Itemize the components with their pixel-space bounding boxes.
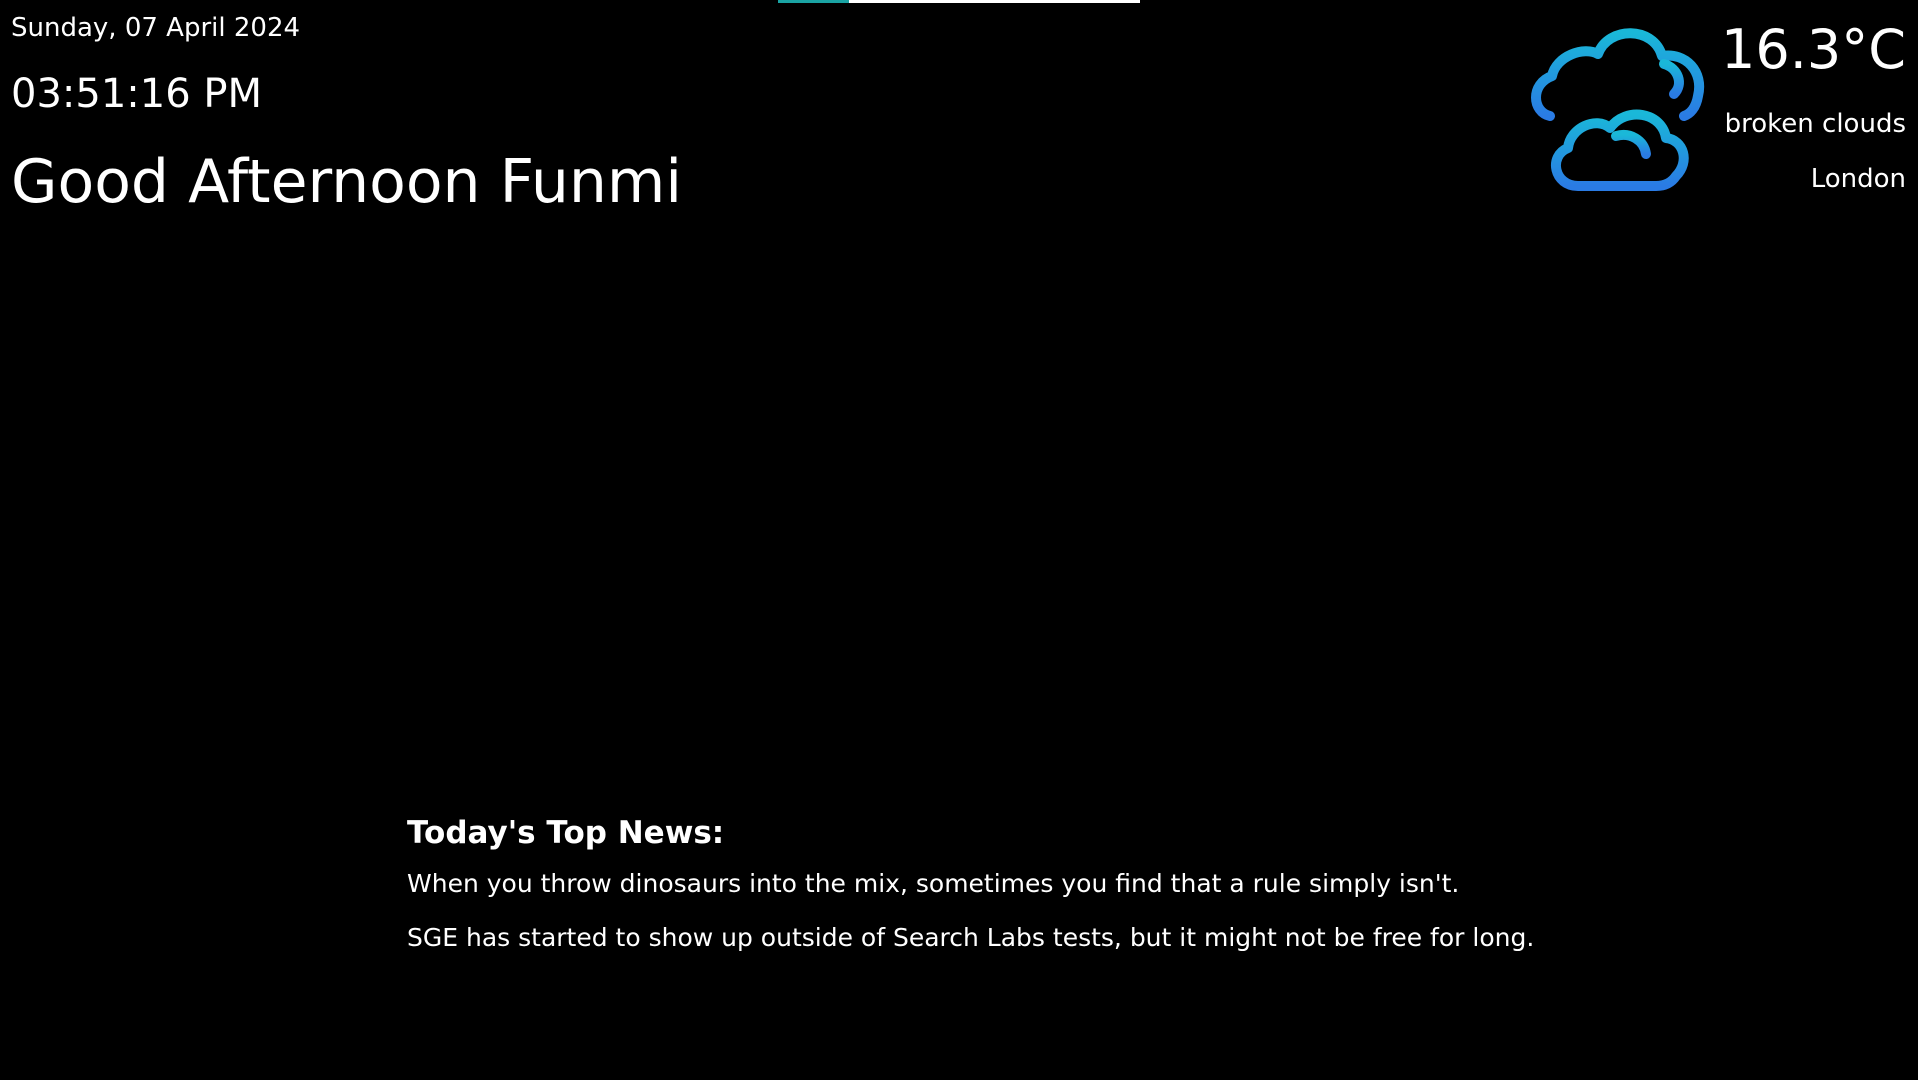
news-item[interactable]: SGE has started to show up outside of Se… [407,923,1567,953]
weather-city: London [1810,164,1906,194]
top-progress-fill [778,0,849,3]
temperature: 16.3°C [1721,18,1906,81]
news-heading: Today's Top News: [407,815,725,851]
top-progress-bar [778,0,1140,3]
current-time: 03:51:16 PM [11,71,262,117]
weather-condition: broken clouds [1724,109,1906,139]
broken-clouds-icon [1531,28,1705,191]
greeting-message: Good Afternoon Funmi [11,147,683,217]
news-item[interactable]: When you throw dinosaurs into the mix, s… [407,869,1567,899]
news-panel: Today's Top News: When you throw dinosau… [407,813,1567,977]
current-date: Sunday, 07 April 2024 [11,13,301,43]
